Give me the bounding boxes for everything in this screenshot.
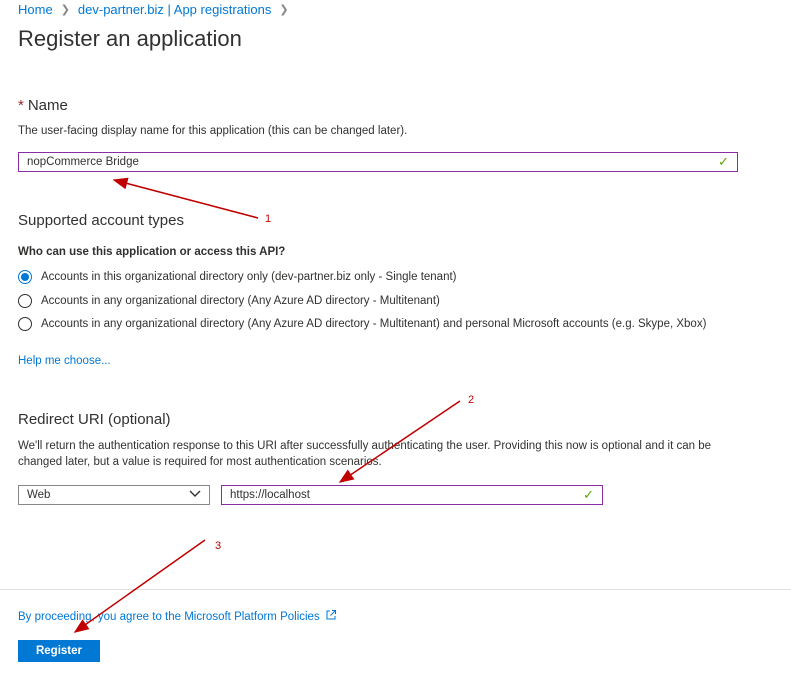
account-type-option-multitenant[interactable]: Accounts in any organizational directory… <box>18 294 440 308</box>
annotation-arrows <box>73 177 461 633</box>
chevron-right-icon: ❯ <box>60 4 70 16</box>
radio-label: Accounts in any organizational directory… <box>41 295 440 307</box>
redirect-uri-input-value: https://localhost <box>230 489 310 501</box>
register-button[interactable]: Register <box>18 640 100 662</box>
radio-unselected-icon[interactable] <box>18 294 32 308</box>
radio-unselected-icon[interactable] <box>18 317 32 331</box>
redirect-uri-input[interactable]: https://localhost ✓ <box>221 485 603 505</box>
radio-label: Accounts in any organizational directory… <box>41 318 707 330</box>
breadcrumb-home-link[interactable]: Home <box>18 2 53 17</box>
redirect-uri-description-line2: changed later, but a value is required f… <box>18 456 382 468</box>
account-type-option-multitenant-personal[interactable]: Accounts in any organizational directory… <box>18 317 706 331</box>
radio-selected-icon[interactable] <box>18 270 32 284</box>
checkmark-icon: ✓ <box>718 154 729 169</box>
platform-select[interactable]: Web <box>18 485 210 505</box>
policy-link[interactable]: By proceeding, you agree to the Microsof… <box>18 609 337 624</box>
annotation-label-2: 2 <box>468 394 475 406</box>
chevron-down-icon <box>189 489 201 501</box>
annotation-label-1: 1 <box>265 213 272 225</box>
page-title: Register an application <box>18 26 242 51</box>
name-label: * Name <box>18 97 68 114</box>
external-link-icon <box>325 609 337 624</box>
platform-select-value: Web <box>27 489 51 501</box>
breadcrumb: Home ❯ dev-partner.biz | App registratio… <box>18 2 297 17</box>
required-marker: * <box>18 97 24 114</box>
annotation-label-3: 3 <box>215 540 222 552</box>
name-description: The user-facing display name for this ap… <box>18 125 408 137</box>
name-input-value: nopCommerce Bridge <box>27 156 139 168</box>
account-type-option-single-tenant[interactable]: Accounts in this organizational director… <box>18 270 457 284</box>
account-types-heading: Supported account types <box>18 212 184 229</box>
footer-divider <box>0 589 791 590</box>
chevron-right-icon: ❯ <box>279 4 289 16</box>
account-types-question: Who can use this application or access t… <box>18 246 286 258</box>
help-me-choose-link[interactable]: Help me choose... <box>18 355 111 367</box>
redirect-uri-heading: Redirect URI (optional) <box>18 411 171 428</box>
radio-label: Accounts in this organizational director… <box>41 271 457 283</box>
breadcrumb-app-registrations-link[interactable]: dev-partner.biz | App registrations <box>78 2 271 17</box>
name-input[interactable]: nopCommerce Bridge ✓ <box>18 152 738 172</box>
checkmark-icon: ✓ <box>583 487 594 502</box>
redirect-uri-description-line1: We'll return the authentication response… <box>18 440 712 452</box>
